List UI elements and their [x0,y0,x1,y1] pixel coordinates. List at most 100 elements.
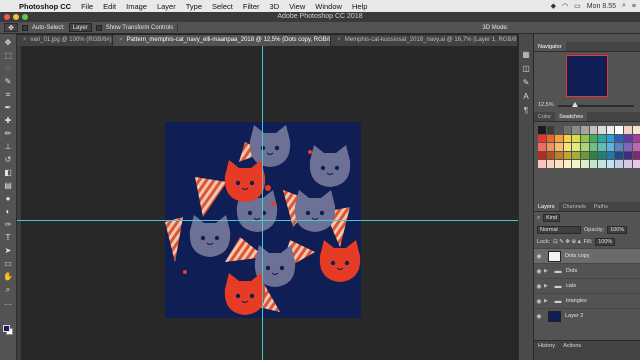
color-swatch[interactable] [580,134,589,143]
layer-group-row[interactable]: ◉ ▶ ▬ triangles [534,293,640,308]
menu-app-name[interactable]: Photoshop CC [14,2,76,11]
eyedropper-tool-icon[interactable]: ✒ [2,101,14,114]
search-icon[interactable]: ⌕ [622,2,626,10]
horizontal-guide[interactable] [17,220,518,221]
color-swatch[interactable] [606,143,615,151]
marquee-tool-icon[interactable]: ⬚ [2,49,14,62]
tab-navigator[interactable]: Navigator [534,42,566,51]
path-selection-tool-icon[interactable]: ➤ [2,244,14,257]
more-tools-icon[interactable]: … [2,296,14,309]
color-swatch[interactable] [580,126,589,134]
color-swatch[interactable] [546,151,555,160]
color-swatch[interactable] [606,134,615,143]
menu-clock[interactable]: Mon 8.55 [587,3,616,10]
wifi-icon[interactable]: ◠ [562,2,568,10]
auto-select-checkbox[interactable] [22,24,28,31]
navigator-preview[interactable] [566,55,608,97]
expand-arrow-icon[interactable]: ▶ [544,298,550,304]
menu-select[interactable]: Select [207,2,238,11]
tab-color[interactable]: Color [534,112,555,121]
foreground-color-swatch[interactable] [3,325,10,332]
color-swatch[interactable] [589,151,598,160]
color-swatch[interactable] [589,134,598,143]
visibility-eye-icon[interactable]: ◉ [534,298,544,305]
canvas-area[interactable] [17,46,518,360]
document-tab-active[interactable]: × Pattern_memphis-cat_navy_elli-maanpaa_2… [113,35,332,46]
menu-window[interactable]: Window [310,2,347,11]
color-swatch[interactable] [555,160,563,168]
crop-tool-icon[interactable]: ⌗ [2,88,14,101]
color-swatch[interactable] [623,151,632,160]
close-tab-icon[interactable]: × [119,35,123,46]
color-swatch[interactable] [538,151,546,160]
properties-panel-icon[interactable]: ◫ [522,64,530,73]
document-tab[interactable]: × Memphis-cat-kuosiosat_2018_navy.ai @ 16… [331,35,518,46]
color-swatch[interactable] [555,134,563,143]
type-tool-icon[interactable]: T [2,231,14,244]
navigator-zoom-slider[interactable] [558,105,634,107]
color-swatch[interactable] [623,134,632,143]
navigator-zoom-value[interactable]: 12,5% [538,102,554,108]
tab-actions[interactable]: Actions [559,341,585,360]
color-swatch[interactable] [623,126,632,134]
minimize-window-button[interactable] [13,14,19,20]
layer-group-row[interactable]: ◉ ▶ ▬ Dots [534,263,640,278]
color-swatch[interactable] [580,160,589,168]
color-swatch[interactable] [572,151,580,160]
close-window-button[interactable] [4,14,10,20]
lasso-tool-icon[interactable]: ◌ [2,62,14,75]
hand-tool-icon[interactable]: ✋ [2,270,14,283]
color-swatch[interactable] [615,134,623,143]
gradient-tool-icon[interactable]: ▤ [2,179,14,192]
color-swatch[interactable] [563,143,572,151]
zoom-window-button[interactable] [22,14,28,20]
tab-swatches[interactable]: Swatches [555,112,588,121]
pen-tool-icon[interactable]: ✑ [2,218,14,231]
color-swatch[interactable] [598,134,606,143]
paragraph-panel-icon[interactable]: ¶ [524,106,528,115]
menu-image[interactable]: Image [121,2,152,11]
color-swatch[interactable] [538,126,546,134]
color-swatch[interactable] [546,126,555,134]
dropbox-icon[interactable]: ◆ [551,2,556,10]
menu-layer[interactable]: Layer [152,2,181,11]
color-swatch[interactable] [623,160,632,168]
visibility-eye-icon[interactable]: ◉ [534,268,544,275]
move-tool-icon[interactable]: ✥ [2,36,14,49]
color-swatch[interactable] [538,160,546,168]
color-swatch[interactable] [606,151,615,160]
color-swatch[interactable] [572,134,580,143]
color-swatch[interactable] [555,151,563,160]
color-swatch[interactable] [632,143,640,151]
menu-help[interactable]: Help [347,2,372,11]
color-swatch[interactable] [623,143,632,151]
color-swatch[interactable] [538,134,546,143]
healing-brush-tool-icon[interactable]: ✚ [2,114,14,127]
blur-tool-icon[interactable]: ● [2,192,14,205]
visibility-eye-icon[interactable]: ◉ [534,253,544,260]
battery-icon[interactable]: ▭ [574,2,581,10]
tab-history[interactable]: History [534,341,559,360]
color-swatch[interactable] [615,160,623,168]
expand-arrow-icon[interactable]: ▶ [544,268,550,274]
clone-stamp-tool-icon[interactable]: ⊥ [2,140,14,153]
color-swatch[interactable] [632,151,640,160]
brush-tool-icon[interactable]: ✏ [2,127,14,140]
color-swatch[interactable] [606,126,615,134]
zoom-slider-handle[interactable] [572,102,578,107]
notifications-icon[interactable]: ≡ [632,3,636,10]
color-swatch[interactable] [563,126,572,134]
layer-kind-filter[interactable]: Kind [543,214,561,222]
tab-channels[interactable]: Channels [559,202,590,211]
color-swatch[interactable] [563,151,572,160]
color-swatch[interactable] [572,143,580,151]
color-swatch[interactable] [598,126,606,134]
fill-field[interactable]: 100% [595,238,616,246]
color-swatch[interactable] [589,126,598,134]
menu-view[interactable]: View [284,2,310,11]
close-tab-icon[interactable]: × [23,35,27,46]
color-swatch[interactable] [589,143,598,151]
menu-3d[interactable]: 3D [265,2,285,11]
color-swatch[interactable] [598,160,606,168]
color-swatch[interactable] [555,143,563,151]
